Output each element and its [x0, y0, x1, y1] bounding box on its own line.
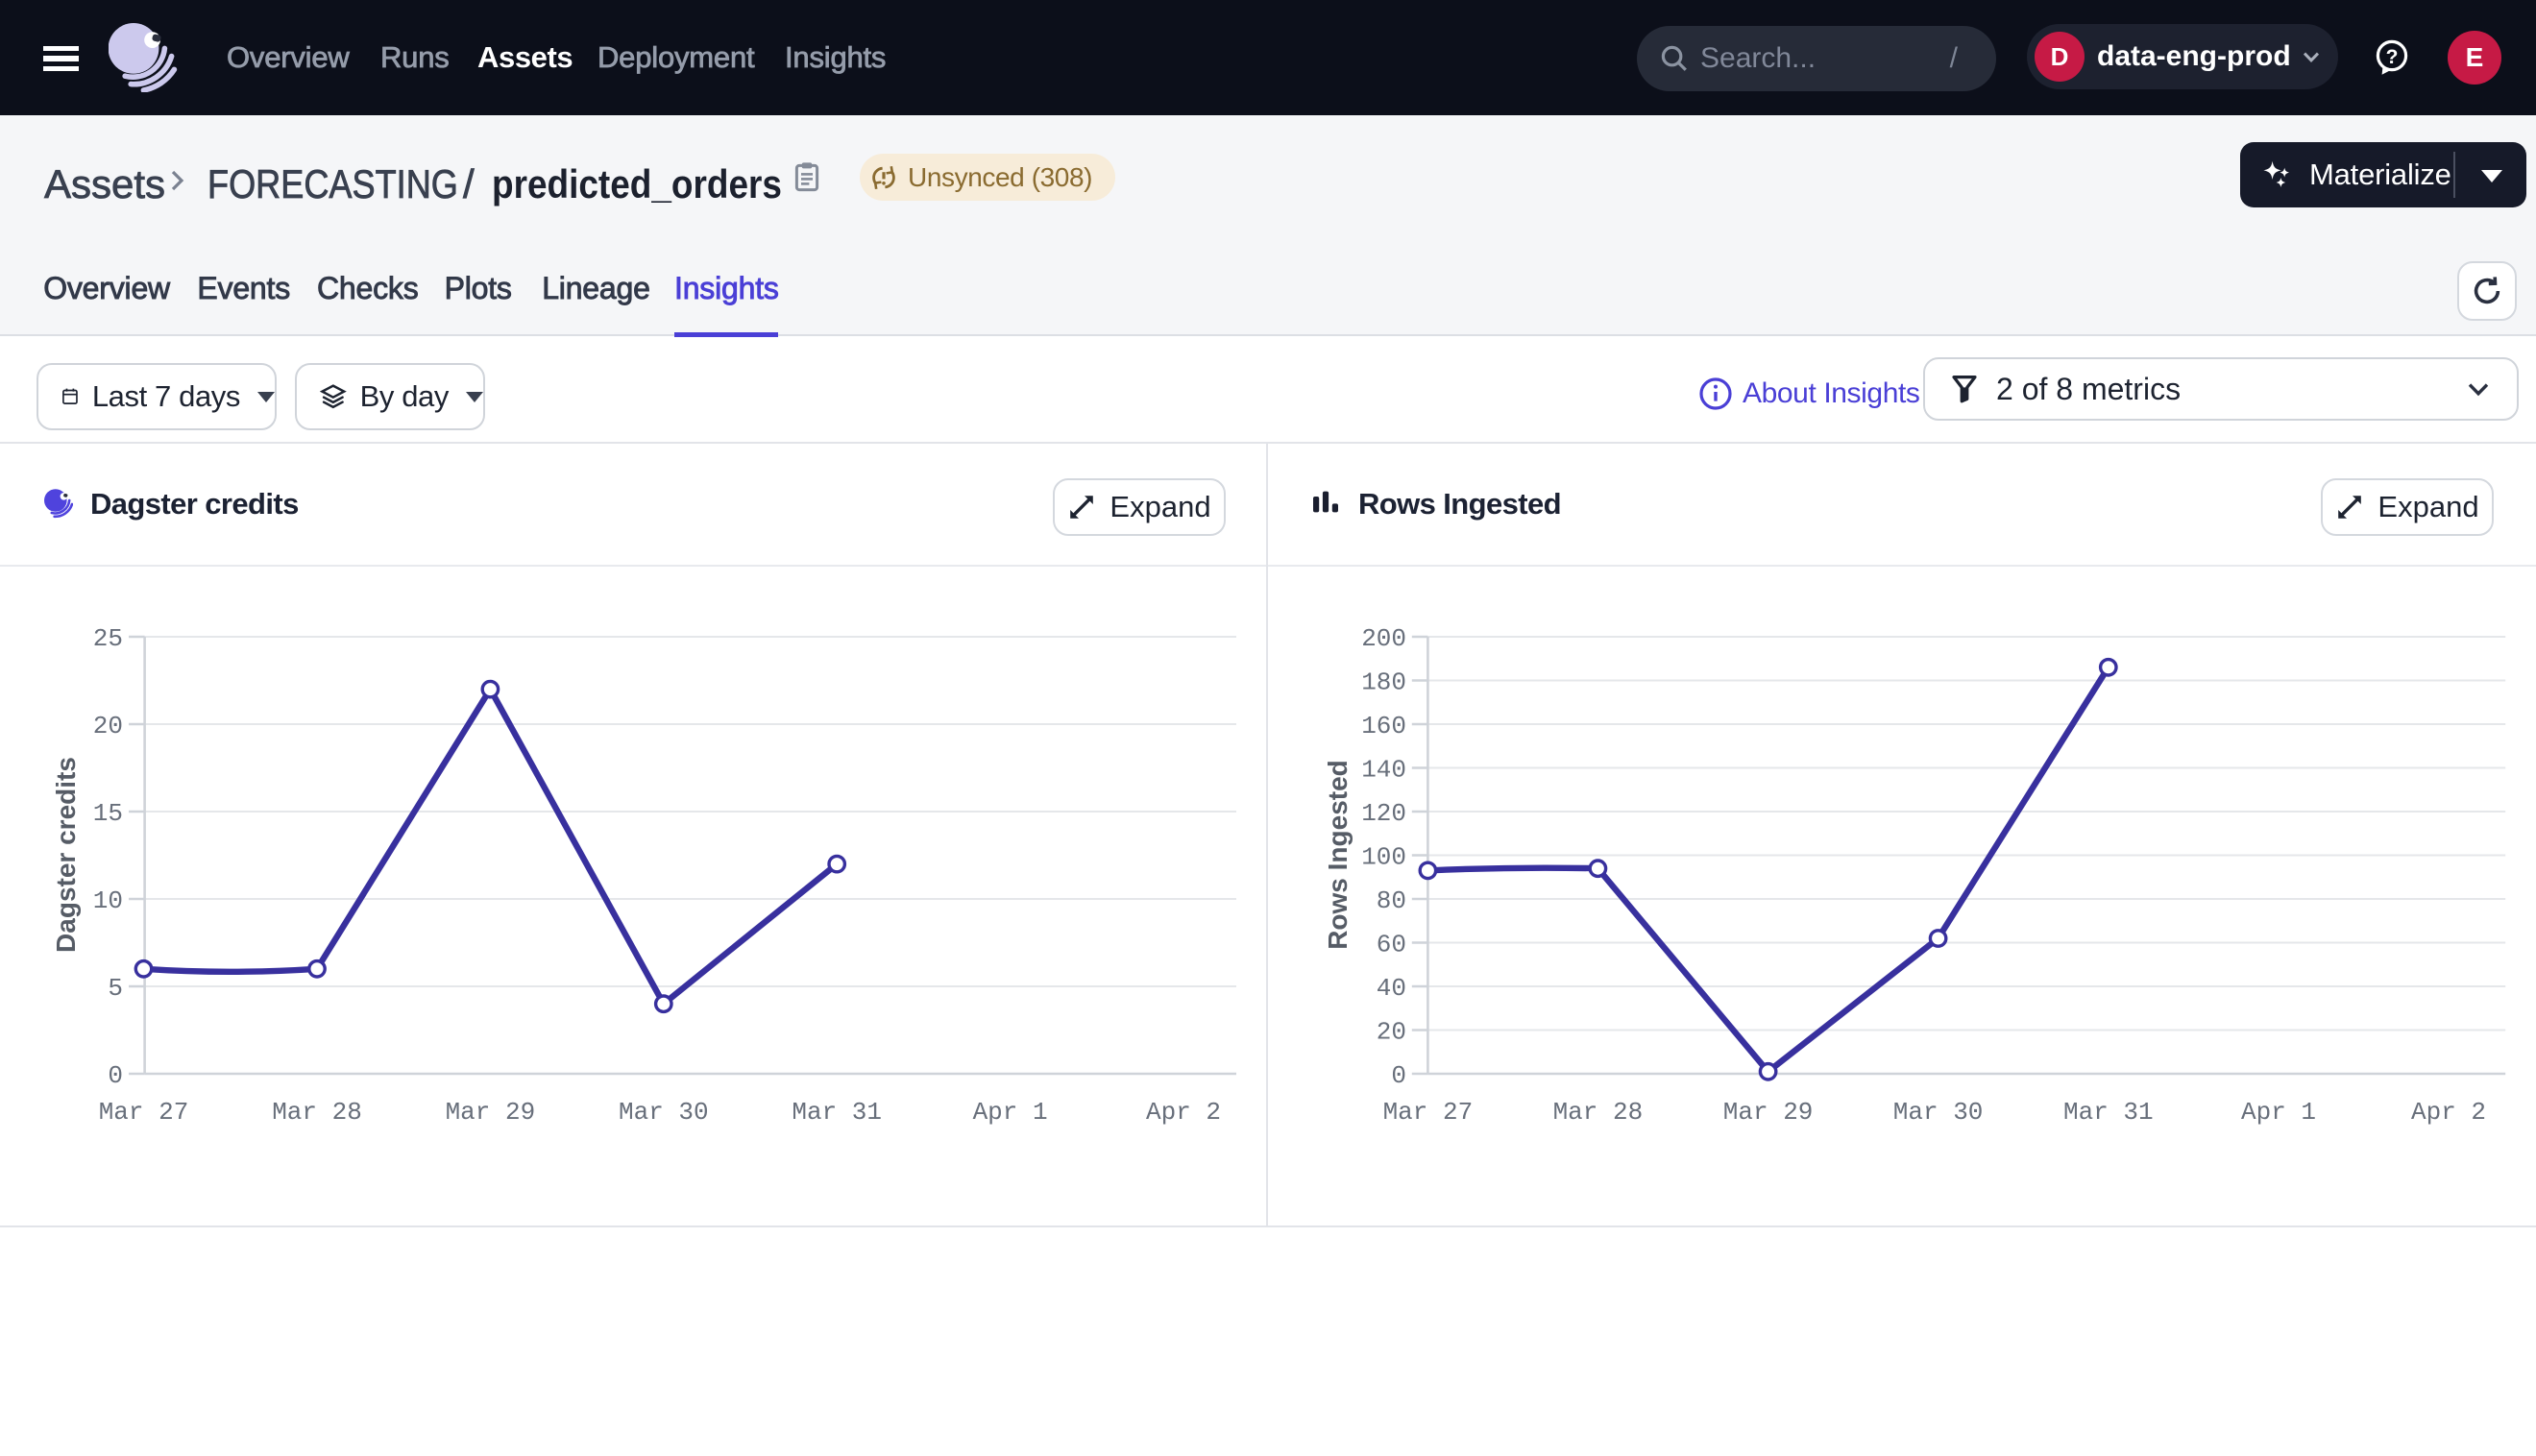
svg-text:Apr 2: Apr 2 — [2411, 1098, 2486, 1127]
svg-text:Dagster credits: Dagster credits — [51, 757, 81, 953]
svg-text:Mar 28: Mar 28 — [1553, 1098, 1644, 1127]
svg-text:180: 180 — [1361, 668, 1406, 697]
svg-text:Mar 28: Mar 28 — [272, 1098, 362, 1127]
svg-text:Mar 31: Mar 31 — [2063, 1098, 2154, 1127]
svg-text:80: 80 — [1377, 886, 1406, 915]
svg-text:5: 5 — [108, 974, 123, 1003]
svg-text:100: 100 — [1361, 843, 1406, 872]
svg-text:200: 200 — [1361, 624, 1406, 653]
svg-text:160: 160 — [1361, 712, 1406, 740]
svg-text:Mar 30: Mar 30 — [1893, 1098, 1984, 1127]
svg-text:40: 40 — [1377, 974, 1406, 1003]
svg-text:Mar 29: Mar 29 — [446, 1098, 536, 1127]
svg-text:120: 120 — [1361, 799, 1406, 828]
svg-text:15: 15 — [93, 799, 123, 828]
svg-text:Mar 27: Mar 27 — [1383, 1098, 1474, 1127]
svg-text:Mar 31: Mar 31 — [792, 1098, 882, 1127]
svg-text:Mar 29: Mar 29 — [1723, 1098, 1814, 1127]
svg-text:Mar 27: Mar 27 — [99, 1098, 189, 1127]
svg-text:60: 60 — [1377, 931, 1406, 959]
svg-text:25: 25 — [93, 624, 123, 653]
svg-text:Apr 1: Apr 1 — [2241, 1098, 2316, 1127]
svg-text:?: ? — [2386, 46, 2399, 68]
svg-text:0: 0 — [1391, 1061, 1406, 1090]
svg-text:20: 20 — [93, 712, 123, 740]
svg-text:Mar 30: Mar 30 — [619, 1098, 709, 1127]
svg-text:140: 140 — [1361, 756, 1406, 785]
svg-text:Apr 1: Apr 1 — [973, 1098, 1048, 1127]
svg-text:Rows Ingested: Rows Ingested — [1323, 760, 1353, 950]
svg-text:20: 20 — [1377, 1018, 1406, 1047]
svg-text:Apr 2: Apr 2 — [1146, 1098, 1221, 1127]
svg-text:10: 10 — [93, 886, 123, 915]
svg-text:0: 0 — [108, 1061, 123, 1090]
